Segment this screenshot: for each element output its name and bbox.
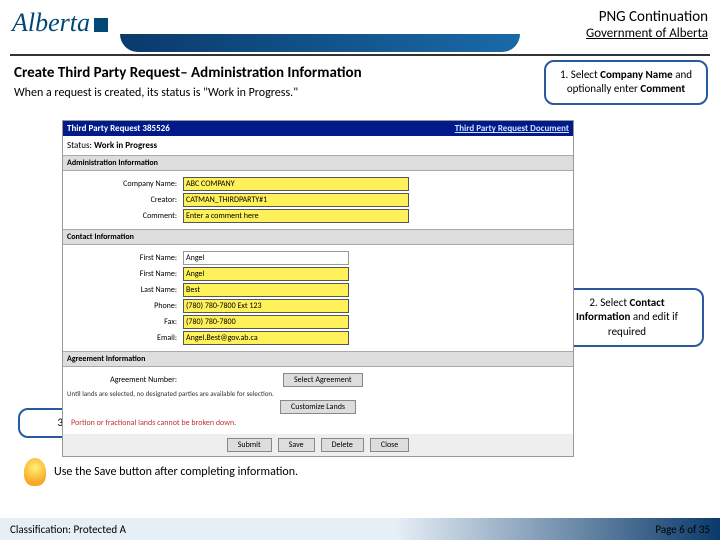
page-subtitle: When a request is created, its status is… (14, 86, 298, 100)
form-title: Third Party Request 385526 (67, 123, 170, 134)
footer: Classification: Protected A Page 6 of 35 (0, 518, 720, 540)
close-button[interactable]: Close (370, 438, 409, 452)
header-swoosh (120, 34, 520, 52)
page-title: Create Third Party Request– Administrati… (14, 64, 362, 82)
callout-company: 1. Select Company Name and optionally en… (544, 60, 708, 105)
comment-label: Comment: (67, 211, 183, 221)
customize-lands-button[interactable]: Customize Lands (280, 400, 356, 414)
comment-field[interactable]: Enter a comment here (183, 209, 409, 223)
section-admin: Administration Information (63, 155, 573, 171)
section-agreement: Agreement Information (63, 351, 573, 367)
alberta-logo: Alberta (12, 8, 108, 38)
doc-link[interactable]: Third Party Request Document (455, 123, 569, 134)
fax-field[interactable]: (780) 780-7800 (183, 315, 349, 329)
lands-warning: Portion or fractional lands cannot be br… (67, 416, 569, 430)
lightbulb-icon (24, 458, 46, 486)
lands-note: Until lands are selected, no designated … (67, 389, 569, 398)
first-label2: First Name: (67, 269, 183, 279)
company-field[interactable]: ABC COMPANY (183, 177, 409, 191)
last-field[interactable]: Best (183, 283, 349, 297)
header-titles: PNG Continuation Government of Alberta (586, 8, 708, 41)
contact-select[interactable]: Angel (183, 251, 349, 265)
select-agreement-button[interactable]: Select Agreement (283, 373, 363, 387)
submit-button[interactable]: Submit (227, 438, 272, 452)
classification: Classification: Protected A (10, 523, 126, 536)
last-label: Last Name: (67, 285, 183, 295)
phone-label: Phone: (67, 301, 183, 311)
fax-label: Fax: (67, 317, 183, 327)
status-label: Status: (67, 140, 92, 151)
email-field[interactable]: Angel.Best@gov.ab.ca (183, 331, 349, 345)
logo-badge-icon (94, 18, 108, 32)
phone-field[interactable]: (780) 780-7800 Ext 123 (183, 299, 349, 313)
first-label: First Name: (67, 253, 183, 263)
agree-label: Agreement Number: (67, 375, 183, 385)
form-screenshot: Third Party Request 385526 Third Party R… (62, 120, 574, 457)
save-button[interactable]: Save (278, 438, 315, 452)
company-label: Company Name: (67, 179, 183, 189)
tip-row: Use the Save button after completing inf… (24, 458, 298, 486)
action-buttons: Submit Save Delete Close (63, 434, 573, 456)
header-subtitle: Government of Alberta (586, 26, 708, 41)
creator-label: Creator: (67, 195, 183, 205)
status-value: Work in Progress (94, 140, 157, 151)
tip-text: Use the Save button after completing inf… (54, 465, 298, 479)
creator-field: CATMAN_THIRDPARTY#1 (183, 193, 409, 207)
section-contact: Contact Information (63, 229, 573, 245)
first-field[interactable]: Angel (183, 267, 349, 281)
header-rule (10, 54, 710, 56)
email-label: Email: (67, 333, 183, 343)
delete-button[interactable]: Delete (321, 438, 364, 452)
page-number: Page 6 of 35 (655, 523, 710, 536)
header-title: PNG Continuation (586, 8, 708, 26)
form-titlebar: Third Party Request 385526 Third Party R… (63, 121, 573, 136)
